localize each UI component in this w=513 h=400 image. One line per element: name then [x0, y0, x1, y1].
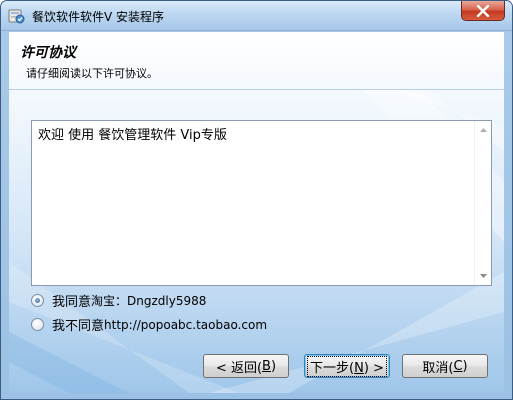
- disagree-option[interactable]: 我不同意 http://popoabc.taobao.com: [31, 315, 267, 334]
- cancel-button[interactable]: 取消(C): [402, 354, 488, 378]
- disagree-label-extra: http://popoabc.taobao.com: [104, 317, 268, 332]
- close-icon: [476, 4, 490, 17]
- scroll-down-arrow-icon[interactable]: [475, 268, 491, 284]
- license-textbox[interactable]: 欢迎 使用 餐饮管理软件 Vip专版: [31, 120, 492, 286]
- cancel-button-label-end: ): [462, 358, 468, 374]
- agree-label: 我同意: [52, 295, 92, 310]
- scroll-up-arrow-icon[interactable]: [475, 122, 491, 138]
- page-title: 许可协议: [20, 45, 76, 61]
- disagree-label: 我不同意: [52, 319, 105, 334]
- agree-label-extra: 淘宝：Dngzdly5988: [91, 294, 207, 308]
- installer-icon: [8, 7, 25, 24]
- title-bar[interactable]: 餐饮软件软件V 安装程序: [1, 1, 512, 31]
- back-button-label-end: ): [270, 358, 277, 374]
- wizard-header: 许可协议 请仔细阅读以下许可协议。: [9, 32, 504, 90]
- cancel-button-key: C: [453, 358, 463, 374]
- window-title: 餐饮软件软件V 安装程序: [32, 10, 165, 24]
- next-button-label: 下一步(: [310, 360, 355, 376]
- back-button[interactable]: < 返回(B): [203, 354, 289, 378]
- cancel-button-label: 取消(: [422, 360, 454, 376]
- close-button[interactable]: [461, 1, 505, 21]
- next-button[interactable]: 下一步(N) >: [304, 354, 390, 378]
- back-button-label: < 返回(: [215, 360, 263, 376]
- agree-option[interactable]: 我同意 淘宝：Dngzdly5988: [31, 291, 206, 310]
- page-subtitle: 请仔细阅读以下许可协议。: [26, 67, 158, 80]
- disagree-radio[interactable]: [31, 318, 44, 331]
- wizard-body: 许可协议 请仔细阅读以下许可协议。 欢迎 使用 餐饮管理软件 Vip专版 我同意…: [9, 32, 504, 393]
- license-scrollbar[interactable]: [474, 121, 491, 285]
- next-button-label-end: ) >: [363, 360, 384, 376]
- back-button-key: B: [262, 358, 271, 374]
- installer-window: 餐饮软件软件V 安装程序 许可协议 请仔细阅读以下许可协议。 欢迎 使用 餐饮管…: [0, 0, 513, 400]
- next-button-focus: 下一步(N) >: [307, 355, 387, 377]
- license-text: 欢迎 使用 餐饮管理软件 Vip专版: [38, 128, 227, 143]
- agree-radio[interactable]: [31, 294, 44, 307]
- next-button-key: N: [354, 360, 364, 376]
